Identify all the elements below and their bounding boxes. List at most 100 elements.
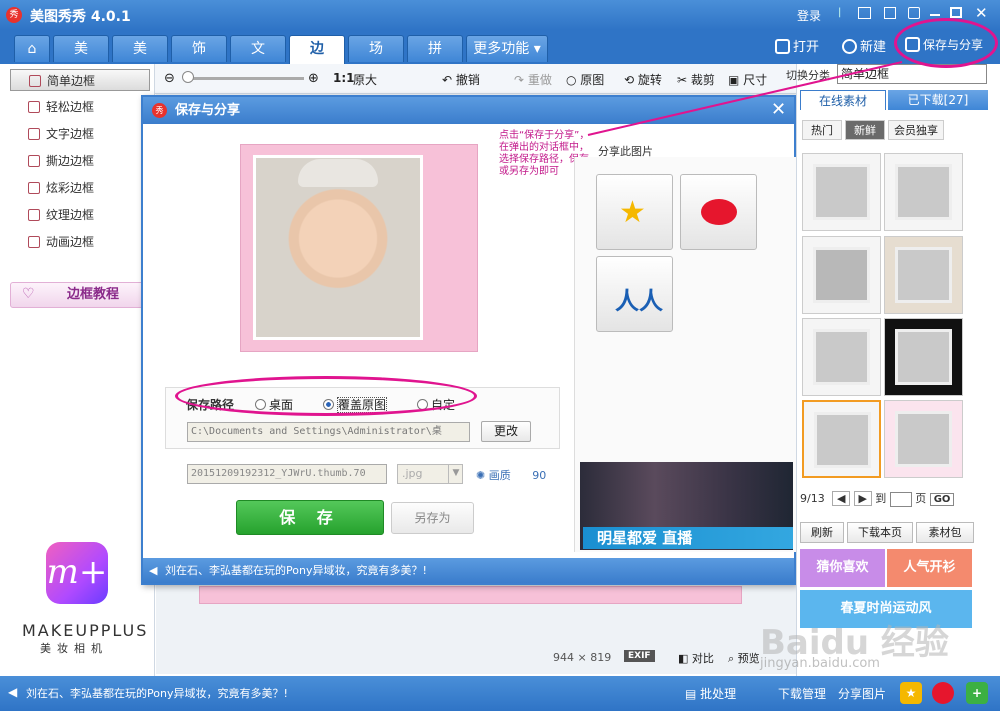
- bottom-bar: ◀ 刘在石、李弘基都在玩的Pony异域妆，究竟有多美？! ▤ 批处理 下载管理 …: [0, 676, 1000, 711]
- tab-beauty[interactable]: 美容: [112, 35, 168, 84]
- promo-cardigan[interactable]: 人气开衫: [887, 549, 972, 587]
- message-icon[interactable]: [858, 7, 871, 19]
- new-button[interactable]: 新建: [842, 36, 886, 55]
- download-page-button[interactable]: 下载本页: [847, 522, 913, 543]
- weibo-share-button[interactable]: [680, 174, 757, 250]
- frame-thumbnail[interactable]: [884, 153, 963, 231]
- zoom-in-icon[interactable]: ⊕: [308, 71, 319, 86]
- frame-thumbnail[interactable]: [884, 236, 963, 314]
- undo-button[interactable]: ↶ 撤销: [442, 71, 480, 88]
- bottom-status-text[interactable]: 刘在石、李弘基都在玩的Pony异域妆，究竟有多美？!: [26, 685, 288, 701]
- frame-thumbnail[interactable]: [884, 400, 963, 478]
- batch-button[interactable]: ▤ 批处理: [685, 685, 736, 702]
- home-tab[interactable]: ⌂: [14, 35, 50, 62]
- save-path-input[interactable]: C:\Documents and Settings\Administrator\…: [187, 422, 470, 442]
- sidebar-item-simple[interactable]: 简单边框: [10, 69, 150, 91]
- material-pack-button[interactable]: 素材包: [916, 522, 974, 543]
- compare-button[interactable]: ◧ 对比: [678, 650, 714, 666]
- exif-badge[interactable]: EXIF: [624, 650, 655, 662]
- quality-control[interactable]: ✺ 画质 90: [476, 467, 546, 483]
- preview-button[interactable]: ⌕ 预览: [728, 650, 760, 666]
- sidebar-item-text[interactable]: 文字边框: [10, 123, 150, 145]
- maximize-icon[interactable]: [950, 7, 962, 18]
- quality-value: 90: [532, 469, 547, 482]
- zoom-slider[interactable]: [184, 77, 304, 80]
- weibo-icon[interactable]: [932, 682, 954, 704]
- tab-more-label: 更多功能: [473, 41, 530, 57]
- frame-icon: [29, 75, 41, 87]
- qzone-icon: ★: [619, 195, 646, 230]
- page-number-input[interactable]: [889, 491, 912, 507]
- tab-collage[interactable]: 拼图: [407, 35, 463, 84]
- close-icon[interactable]: ✕: [975, 4, 988, 22]
- frame-thumbnail[interactable]: [802, 153, 881, 231]
- prev-page-button[interactable]: ◀: [832, 491, 851, 506]
- frame-thumbnail[interactable]: [884, 318, 963, 396]
- frame-thumbnail-selected[interactable]: [802, 400, 881, 478]
- open-button[interactable]: 打开: [775, 36, 819, 55]
- frame-icon: [28, 155, 40, 167]
- qzone-share-button[interactable]: ★: [596, 174, 673, 250]
- filename-input[interactable]: 20151209192312_YJWrU.thumb.70: [187, 464, 387, 484]
- frame-thumbnail[interactable]: [802, 318, 881, 396]
- renren-share-button[interactable]: 人人: [596, 256, 673, 332]
- tab-scene[interactable]: 场景: [348, 35, 404, 84]
- sidebar-item-colorful[interactable]: 炫彩边框: [10, 177, 150, 199]
- skin-icon[interactable]: [884, 7, 896, 19]
- zoom-slider-handle[interactable]: [182, 71, 194, 83]
- chevron-down-icon[interactable]: ▼: [448, 464, 463, 484]
- frame-icon: [28, 128, 40, 140]
- thumbnail-image: [814, 412, 871, 468]
- dialog-status-bar[interactable]: ◀ 刘在石、李弘基都在玩的Pony异域妆，究竟有多美？!: [143, 558, 794, 583]
- tab-text[interactable]: 文字: [230, 35, 286, 84]
- download-manager-button[interactable]: 下载管理: [778, 685, 826, 702]
- promo-guess[interactable]: 猜你喜欢: [800, 549, 885, 587]
- sidebar-item-texture[interactable]: 纹理边框: [10, 204, 150, 226]
- sidebar-item-torn[interactable]: 撕边边框: [10, 150, 150, 172]
- minimize-icon[interactable]: [930, 14, 940, 16]
- sidebar-item-label: 动画边框: [46, 235, 95, 249]
- thumbnail-image: [813, 329, 870, 385]
- thumbnail-image: [813, 164, 870, 220]
- frame-thumbnail[interactable]: [802, 236, 881, 314]
- makeupplus-brand: MAKEUPPLUS: [22, 621, 149, 640]
- makeupplus-subtitle: 美妆相机: [40, 642, 108, 655]
- save-as-button[interactable]: 另存为: [391, 502, 474, 534]
- sidebar-item-label: 炫彩边框: [46, 181, 95, 195]
- makeupplus-logo[interactable]: m+: [46, 542, 108, 604]
- frame-icon: [28, 236, 40, 248]
- dialog-status-text: 刘在石、李弘基都在玩的Pony异域妆，究竟有多美？!: [165, 564, 427, 577]
- sidebar-item-label: 轻松边框: [46, 100, 95, 114]
- change-path-button[interactable]: 更改: [481, 421, 531, 442]
- live-ad-text: 明星都爱 直播: [583, 527, 793, 549]
- sidebar-item-easy[interactable]: 轻松边框: [10, 96, 150, 118]
- image-frame-edge: [199, 586, 742, 604]
- share-image-button[interactable]: 分享图片: [838, 685, 886, 702]
- sidebar-item-animated[interactable]: 动画边框: [10, 231, 150, 253]
- go-button[interactable]: GO: [929, 493, 955, 506]
- next-page-button[interactable]: ▶: [853, 491, 872, 506]
- renren-icon: 人人: [615, 287, 663, 315]
- batch-label: 批处理: [700, 687, 737, 701]
- zoom-out-icon[interactable]: ⊖: [164, 71, 175, 86]
- refresh-button[interactable]: 刷新: [800, 522, 844, 543]
- original-size-button[interactable]: 原大: [353, 71, 377, 88]
- thumbnail-image: [895, 247, 952, 303]
- redo-button[interactable]: ↷ 重做: [514, 71, 552, 88]
- title-bar: [0, 0, 1000, 30]
- tab-accessories[interactable]: 饰品: [171, 35, 227, 84]
- frame-icon: [28, 209, 40, 221]
- login-link[interactable]: 登录: [797, 7, 821, 24]
- save-button[interactable]: 保 存: [236, 500, 384, 535]
- dialog-logo-icon: 秀: [152, 103, 167, 118]
- ratio-button[interactable]: 1:1: [333, 71, 355, 85]
- add-icon[interactable]: +: [966, 682, 988, 704]
- tab-beautify[interactable]: 美化: [53, 35, 109, 84]
- thumbnail-image: [813, 247, 870, 303]
- qzone-icon[interactable]: ★: [900, 682, 922, 704]
- tab-border[interactable]: 边框: [289, 35, 345, 84]
- sidebar-item-label: 简单边框: [47, 74, 96, 88]
- speaker-icon: ◀: [8, 685, 18, 699]
- tab-more[interactable]: 更多功能 ▾: [466, 35, 548, 62]
- settings-icon[interactable]: [908, 7, 920, 19]
